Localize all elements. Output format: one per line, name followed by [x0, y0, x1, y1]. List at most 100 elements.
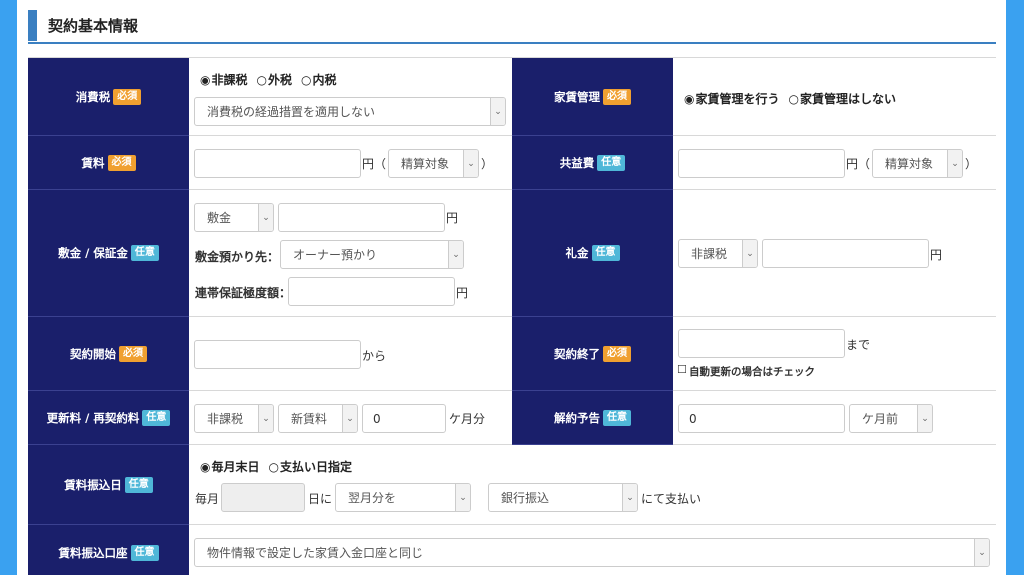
label-common-fee: 共益費 任意 [512, 136, 673, 190]
select-value: 敷金 [207, 211, 232, 225]
common-fee-paren-close: ） [965, 157, 978, 171]
rent-mgmt-radio-no[interactable]: ○ 家賃管理はしない [789, 90, 897, 107]
pay-day-prefix: 毎月 [195, 492, 220, 506]
chevron-down-icon[interactable]: ⌄ [342, 405, 357, 432]
radio-selected-icon[interactable]: ◉ [200, 460, 210, 474]
notice-input[interactable]: 0 [678, 404, 845, 433]
select-value: 銀行振込 [501, 491, 550, 505]
tax-transition-select[interactable]: 消費税の経過措置を適用しない ⌄ [194, 97, 506, 126]
radio-unselected-icon[interactable]: ○ [269, 460, 279, 474]
rent-paren-close: ） [481, 157, 494, 171]
select-value: オーナー預かり [293, 248, 378, 262]
optional-badge: 任意 [142, 409, 171, 426]
chevron-down-icon[interactable]: ⌄ [742, 240, 757, 267]
common-fee-input[interactable] [678, 149, 845, 178]
rent-input[interactable] [194, 149, 361, 178]
select-value: 物件情報で設定した家賃入金口座と同じ [207, 546, 424, 560]
renewal-months-unit: ケ月分 [449, 412, 486, 426]
rent-unit: 円（ [362, 157, 387, 171]
deposit-type-select[interactable]: 敷金 ⌄ [194, 203, 274, 232]
label-text: 敷金 / 保証金 [58, 246, 128, 260]
renewal-months-input[interactable]: 0 [362, 404, 446, 433]
label-text: 更新料 / 再契約料 [46, 410, 140, 425]
chevron-down-icon[interactable]: ⌄ [947, 150, 962, 177]
renewal-basis-select[interactable]: 新賃料 ⌄ [278, 404, 358, 433]
common-fee-cell: 円（ 精算対象 ⌄ ） [673, 136, 996, 190]
required-badge: 必須 [603, 345, 631, 362]
pay-day-input[interactable] [221, 483, 305, 512]
optional-badge: 任意 [130, 245, 159, 261]
pay-day-radio-specified[interactable]: ○ 支払い日指定 [269, 458, 353, 475]
radio-unselected-icon[interactable]: ○ [301, 73, 311, 87]
tax-radio-hikazei[interactable]: ◉ 非課税 [200, 71, 248, 88]
label-text: 解約予告 [554, 410, 600, 425]
chevron-down-icon[interactable]: ⌄ [622, 484, 637, 511]
chevron-down-icon[interactable]: ⌄ [258, 405, 273, 432]
start-date-input[interactable] [194, 340, 361, 369]
chevron-down-icon[interactable]: ⌄ [463, 150, 478, 177]
chevron-down-icon[interactable]: ⌄ [258, 204, 273, 231]
select-value: 精算対象 [401, 157, 450, 171]
label-text: 賃料振込日 [64, 477, 122, 492]
label-rent: 賃料 必須 [28, 136, 189, 190]
required-badge: 必須 [119, 345, 147, 362]
section-header: 契約基本情報 [28, 8, 996, 44]
chevron-down-icon[interactable]: ⌄ [490, 98, 505, 125]
radio-label: 毎月末日 [211, 460, 260, 474]
tax-radio-uchizei[interactable]: ○ 内税 [301, 71, 337, 88]
common-fee-settle-select[interactable]: 精算対象 ⌄ [872, 149, 963, 178]
tax-radio-group[interactable]: ◉ 非課税 ○ 外税 ○ 内税 [200, 71, 337, 88]
pay-day-radio-month-end[interactable]: ◉ 毎月末日 [200, 458, 260, 475]
required-badge: 必須 [107, 154, 136, 171]
rent-settle-select[interactable]: 精算対象 ⌄ [388, 149, 479, 178]
auto-renew-label: 自動更新の場合はチェック [689, 366, 815, 378]
radio-unselected-icon[interactable]: ○ [257, 73, 267, 87]
key-money-unit: 円 [930, 248, 943, 262]
radio-unselected-icon[interactable]: ○ [789, 92, 799, 106]
renewal-tax-select[interactable]: 非課税 ⌄ [194, 404, 274, 433]
label-renewal: 更新料 / 再契約料 任意 [28, 391, 189, 445]
end-date-input[interactable] [678, 329, 845, 358]
label-start: 契約開始 必須 [28, 317, 189, 391]
key-money-input[interactable] [762, 239, 929, 268]
guarantee-limit-input[interactable] [288, 277, 455, 306]
required-badge: 必須 [113, 88, 142, 105]
optional-badge: 任意 [591, 245, 620, 261]
chevron-down-icon[interactable]: ⌄ [448, 241, 463, 268]
pay-day-cell: ◉ 毎月末日 ○ 支払い日指定 毎月 日に 翌月分を ⌄ 銀行振込 ⌄ にて支払い [189, 445, 996, 525]
start-suffix: から [362, 349, 387, 363]
tax-radio-sotozei[interactable]: ○ 外税 [257, 71, 293, 88]
pay-account-select[interactable]: 物件情報で設定した家賃入金口座と同じ ⌄ [194, 538, 990, 567]
label-text: 賃料振込口座 [58, 545, 128, 560]
select-value: ケ月前 [862, 412, 899, 426]
deposit-holder-label: 敷金預かり先： [195, 250, 280, 264]
pay-method-select[interactable]: 銀行振込 ⌄ [488, 483, 638, 512]
label-text: 家賃管理 [554, 89, 600, 104]
tax-cell: ◉ 非課税 ○ 外税 ○ 内税 消費税の経過措置を適用しない ⌄ [189, 58, 512, 136]
chevron-down-icon[interactable]: ⌄ [974, 539, 989, 566]
label-rent-mgmt: 家賃管理 必須 [512, 58, 673, 136]
optional-badge: 任意 [124, 476, 153, 493]
pay-day-month-select[interactable]: 翌月分を ⌄ [335, 483, 471, 512]
key-money-tax-select[interactable]: 非課税 ⌄ [678, 239, 758, 268]
optional-badge: 任意 [130, 544, 159, 561]
radio-selected-icon[interactable]: ◉ [684, 92, 694, 106]
chevron-down-icon[interactable]: ⌄ [917, 405, 932, 432]
chevron-down-icon[interactable]: ⌄ [455, 484, 470, 511]
label-notice: 解約予告 任意 [512, 391, 673, 445]
radio-label: 非課税 [211, 73, 248, 87]
auto-renew-checkbox[interactable]: ☐ [677, 363, 687, 376]
key-money-cell: 非課税 ⌄ 円 [673, 190, 996, 317]
deposit-cell: 敷金 ⌄ 円 敷金預かり先： オーナー預かり ⌄ 連帯保証極度額： 円 [189, 190, 512, 317]
radio-selected-icon[interactable]: ◉ [200, 73, 210, 87]
common-fee-unit: 円（ [846, 157, 871, 171]
pay-day-radio-group[interactable]: ◉ 毎月末日 ○ 支払い日指定 [200, 458, 352, 475]
rent-mgmt-radio-group[interactable]: ◉ 家賃管理を行う ○ 家賃管理はしない [684, 90, 896, 107]
notice-unit-select[interactable]: ケ月前 ⌄ [849, 404, 933, 433]
rent-mgmt-radio-yes[interactable]: ◉ 家賃管理を行う [684, 90, 780, 107]
label-text: 賃料 [81, 155, 105, 170]
deposit-holder-select[interactable]: オーナー預かり ⌄ [280, 240, 464, 269]
form-page: 契約基本情報 消費税 必須 ◉ 非課税 ○ 外税 ○ 内税 消費税の経過措置を適用しな… [17, 0, 1006, 575]
label-deposit: 敷金 / 保証金 任意 [28, 190, 189, 317]
deposit-amount-input[interactable] [278, 203, 445, 232]
